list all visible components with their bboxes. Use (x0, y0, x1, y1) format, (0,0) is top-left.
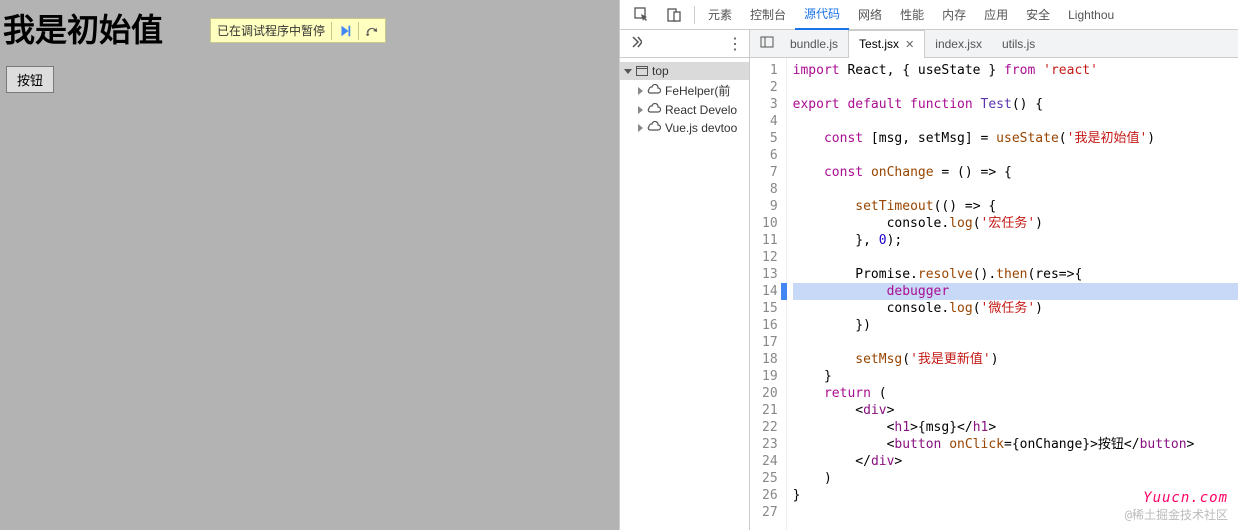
code-content: import React, { useState } from 'react' … (787, 58, 1238, 530)
devtools-tab[interactable]: 安全 (1017, 0, 1059, 30)
tree-item[interactable]: FeHelper(前 (620, 80, 749, 101)
triangle-down-icon (624, 69, 632, 74)
debug-paused-text: 已在调试程序中暂停 (211, 19, 331, 42)
tree-label: React Develo (665, 103, 737, 117)
debug-paused-badge: 已在调试程序中暂停 (210, 18, 386, 43)
device-icon[interactable] (658, 7, 690, 23)
devtools-tab[interactable]: 控制台 (741, 0, 795, 30)
close-icon[interactable]: ✕ (905, 38, 914, 51)
kebab-icon[interactable]: ⋮ (727, 34, 743, 54)
file-tab[interactable]: index.jsx (925, 30, 992, 58)
window-icon (636, 66, 648, 76)
tree-label: FeHelper(前 (665, 82, 730, 99)
file-tab[interactable]: Test.jsx ✕ (848, 30, 925, 58)
triangle-right-icon (638, 106, 643, 114)
step-over-button[interactable] (358, 22, 385, 40)
cloud-icon (647, 121, 661, 135)
devtools-tab[interactable]: 应用 (975, 0, 1017, 30)
tree-item[interactable]: Vue.js devtoo (620, 119, 749, 137)
triangle-right-icon (638, 124, 643, 132)
file-tree: top FeHelper(前 React Develo Vue.js devtoo (620, 58, 749, 141)
resume-button[interactable] (331, 22, 358, 40)
nav-header: ⋮ (620, 30, 749, 58)
inspect-icon[interactable] (626, 7, 658, 23)
devtools-tab[interactable]: Lighthou (1059, 0, 1123, 30)
file-tab-label: bundle.js (790, 37, 838, 51)
app-viewport: 我是初始值 按钮 已在调试程序中暂停 (0, 0, 619, 530)
file-tab[interactable]: utils.js (992, 30, 1045, 58)
watermark: Yuucn.com @稀土掘金技术社区 (1125, 490, 1228, 524)
watermark-text: @稀土掘金技术社区 (1125, 507, 1228, 524)
separator (694, 6, 695, 24)
source-column: bundle.js Test.jsx ✕ index.jsx utils.js 1234… (750, 30, 1238, 530)
tree-item[interactable]: React Develo (620, 101, 749, 119)
devtools-panel: 元素控制台源代码网络性能内存应用安全Lighthou ⋮ top FeHelpe… (619, 0, 1238, 530)
tree-label: Vue.js devtoo (665, 121, 737, 135)
devtools-tab[interactable]: 网络 (849, 0, 891, 30)
file-tab-label: index.jsx (935, 37, 982, 51)
file-tab-label: Test.jsx (859, 37, 899, 51)
cloud-icon (647, 84, 661, 98)
code-editor[interactable]: 1234567891011121314151617181920212223242… (750, 58, 1238, 530)
devtools-tab[interactable]: 源代码 (795, 0, 849, 30)
devtools-tab[interactable]: 元素 (699, 0, 741, 30)
file-tab[interactable]: bundle.js (780, 30, 848, 58)
devtools-tab[interactable]: 内存 (933, 0, 975, 30)
watermark-brand: Yuucn.com (1125, 490, 1228, 507)
sidebar-toggle-icon[interactable] (754, 35, 780, 52)
devtools-tab[interactable]: 性能 (891, 0, 933, 30)
cloud-icon (647, 103, 661, 117)
triangle-right-icon (638, 87, 643, 95)
file-tab-label: utils.js (1002, 37, 1035, 51)
chevron-right-icon[interactable] (630, 36, 642, 51)
app-button[interactable]: 按钮 (6, 66, 54, 93)
devtools-tabs: 元素控制台源代码网络性能内存应用安全Lighthou (620, 0, 1238, 30)
tree-root[interactable]: top (620, 62, 749, 80)
tree-label: top (652, 64, 669, 78)
sources-navigator: ⋮ top FeHelper(前 React Develo Vue.js devto… (620, 30, 750, 530)
file-tabs: bundle.js Test.jsx ✕ index.jsx utils.js (750, 30, 1238, 58)
